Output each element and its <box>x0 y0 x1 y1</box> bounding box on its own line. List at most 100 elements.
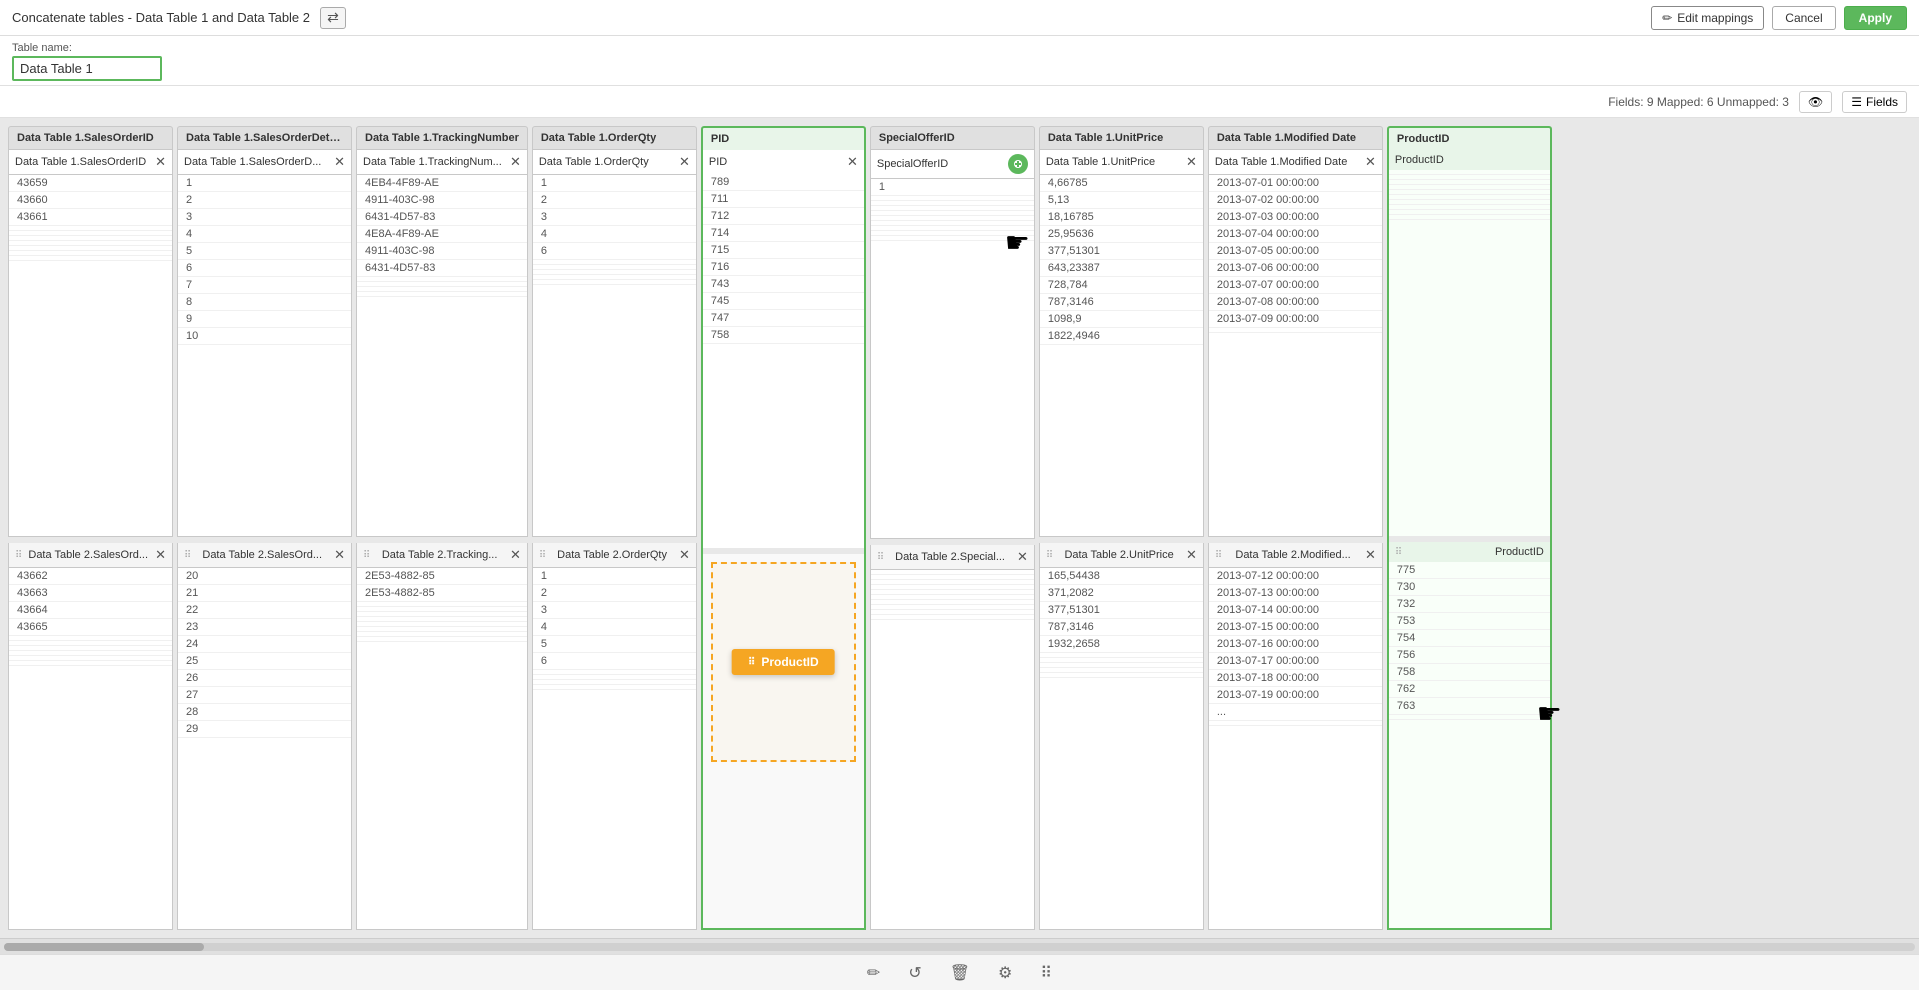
remove-salesorderdetail-lower[interactable]: ✕ <box>334 547 345 563</box>
apply-button[interactable]: Apply <box>1844 6 1907 30</box>
col-trackingnumber-mapped: Data Table 1.TrackingNum... ✕ <box>356 150 528 175</box>
pid-drop-zone[interactable]: ⠿ ProductID <box>711 562 856 762</box>
topbar-title: Concatenate tables - Data Table 1 and Da… <box>12 10 310 25</box>
col-salesorderdetail-lower-header: ⠿ Data Table 2.SalesOrd... ✕ <box>177 543 352 568</box>
col-modifieddate-header: Data Table 1.Modified Date <box>1208 126 1383 150</box>
cancel-button[interactable]: Cancel <box>1772 6 1835 30</box>
columns-container: Data Table 1.SalesOrderID Data Table 1.S… <box>0 118 1919 938</box>
col-pid-upper: 789 711 712 714 715 716 743 745 747 758 <box>701 174 866 548</box>
col-specialofferid-mapped: SpecialOfferID <box>870 150 1035 179</box>
topbar-left: Concatenate tables - Data Table 1 and Da… <box>12 7 346 29</box>
col-trackingnumber-header: Data Table 1.TrackingNumber <box>356 126 528 150</box>
drag-handle-icon: ⠿ <box>1046 550 1053 561</box>
col-pid-lower: ⠿ ProductID <box>701 554 866 930</box>
col-pid: PID PID ✕ 789 711 712 714 715 716 743 74… <box>701 126 866 930</box>
col-salesorderdetail-mapped: Data Table 1.SalesOrderD... ✕ <box>177 150 352 175</box>
remove-trackingnumber[interactable]: ✕ <box>510 154 521 170</box>
bottom-toolbar: ✏ ↺ 🗑 ⚙ ⠿ <box>0 954 1919 990</box>
drag-tooltip-icon: ⠿ <box>748 657 755 668</box>
tablename-row: Table name: <box>0 36 1919 86</box>
col-specialofferid-lower-header: ⠿ Data Table 2.Special... ✕ <box>870 545 1035 570</box>
col-salesorderid: Data Table 1.SalesOrderID Data Table 1.S… <box>8 126 173 930</box>
topbar: Concatenate tables - Data Table 1 and Da… <box>0 0 1919 36</box>
col-unitprice-upper: 4,66785 5,13 18,16785 25,95636 377,51301… <box>1039 175 1204 537</box>
eye-view-button[interactable]: 👁 <box>1799 91 1832 113</box>
toolbar-pencil-button[interactable]: ✏ <box>863 959 884 987</box>
remove-salesorderid[interactable]: ✕ <box>155 154 166 170</box>
remove-unitprice[interactable]: ✕ <box>1186 154 1197 170</box>
drag-handle-icon: ⠿ <box>877 552 884 563</box>
col-trackingnumber-lower: 2E53-4882-85 2E53-4882-85 <box>356 568 528 930</box>
topbar-right: ✏ Edit mappings Cancel Apply <box>1651 6 1907 30</box>
col-unitprice: Data Table 1.UnitPrice Data Table 1.Unit… <box>1039 126 1204 930</box>
col-salesorderid-header: Data Table 1.SalesOrderID <box>8 126 173 150</box>
col-salesorderdetail: Data Table 1.SalesOrderDeta... Data Tabl… <box>177 126 352 930</box>
col-orderqty-lower: 1 2 3 4 5 6 <box>532 568 697 930</box>
col-productid-mapped: ProductID <box>1387 150 1552 170</box>
specialofferid-green-button[interactable] <box>1008 154 1028 174</box>
col-productid: ProductID ProductID ⠿ ProductID <box>1387 126 1552 930</box>
drag-tooltip-label: ProductID <box>761 655 818 669</box>
fields-button[interactable]: ☰ Fields <box>1842 91 1907 113</box>
col-productid-lower-header: ⠿ ProductID <box>1387 542 1552 562</box>
col-trackingnumber: Data Table 1.TrackingNumber Data Table 1… <box>356 126 528 930</box>
col-specialofferid-lower <box>870 570 1035 930</box>
col-unitprice-lower: 165,54438 371,2082 377,51301 787,3146 19… <box>1039 568 1204 930</box>
col-unitprice-header: Data Table 1.UnitPrice <box>1039 126 1204 150</box>
col-salesorderid-mapped: Data Table 1.SalesOrderID ✕ <box>8 150 173 175</box>
col-specialofferid-header: SpecialOfferID <box>870 126 1035 150</box>
col-productid-header: ProductID <box>1387 126 1552 150</box>
col-productid-upper <box>1387 170 1552 536</box>
scrollbar-thumb[interactable] <box>4 943 204 951</box>
drag-handle-icon: ⠿ <box>15 550 22 561</box>
edit-mappings-button[interactable]: ✏ Edit mappings <box>1651 6 1764 30</box>
horizontal-scrollbar[interactable] <box>0 938 1919 954</box>
tablename-input[interactable] <box>12 56 162 81</box>
drag-tooltip: ⠿ ProductID <box>732 649 835 675</box>
list-icon: ☰ <box>1851 95 1862 109</box>
col-salesorderid-upper: 43659 43660 43661 <box>8 175 173 537</box>
col-salesorderdetail-upper: 1 2 3 4 5 6 7 8 9 10 <box>177 175 352 537</box>
col-specialofferid: SpecialOfferID SpecialOfferID 1 <box>870 126 1035 930</box>
col-modifieddate-upper: 2013-07-01 00:00:00 2013-07-02 00:00:00 … <box>1208 175 1383 537</box>
tablename-label: Table name: <box>12 42 1907 54</box>
fields-info: Fields: 9 Mapped: 6 Unmapped: 3 <box>1608 95 1789 109</box>
col-salesorderdetail-header: Data Table 1.SalesOrderDeta... <box>177 126 352 150</box>
toolbar-delete-button[interactable]: 🗑 <box>946 959 974 987</box>
col-orderqty-mapped: Data Table 1.OrderQty ✕ <box>532 150 697 175</box>
remove-pid[interactable]: ✕ <box>847 154 858 170</box>
drag-handle-icon: ⠿ <box>363 550 370 561</box>
col-unitprice-mapped: Data Table 1.UnitPrice ✕ <box>1039 150 1204 175</box>
remove-trackingnumber-lower[interactable]: ✕ <box>510 547 521 563</box>
col-orderqty-upper: 1 2 3 4 6 <box>532 175 697 537</box>
main-content: Data Table 1.SalesOrderID Data Table 1.S… <box>0 118 1919 954</box>
remove-orderqty[interactable]: ✕ <box>679 154 690 170</box>
col-trackingnumber-lower-header: ⠿ Data Table 2.Tracking... ✕ <box>356 543 528 568</box>
col-salesorderid-lower: 43662 43663 43664 43665 <box>8 568 173 930</box>
toolbar-settings-button[interactable]: ⚙ <box>994 959 1016 987</box>
fields-bar: Fields: 9 Mapped: 6 Unmapped: 3 👁 ☰ Fiel… <box>0 86 1919 118</box>
remove-salesorderid-lower[interactable]: ✕ <box>155 547 166 563</box>
col-salesorderdetail-lower: 20 21 22 23 24 25 26 27 28 29 <box>177 568 352 930</box>
drag-handle-icon: ⠿ <box>184 550 191 561</box>
remove-specialofferid-lower[interactable]: ✕ <box>1017 549 1028 565</box>
col-productid-lower: 775 730 732 753 754 756 758 762 763 <box>1387 562 1552 930</box>
col-pid-header: PID <box>701 126 866 150</box>
remove-unitprice-lower[interactable]: ✕ <box>1186 547 1197 563</box>
toolbar-undo-button[interactable]: ↺ <box>904 959 925 987</box>
col-orderqty-lower-header: ⠿ Data Table 2.OrderQty ✕ <box>532 543 697 568</box>
col-unitprice-lower-header: ⠿ Data Table 2.UnitPrice ✕ <box>1039 543 1204 568</box>
col-orderqty: Data Table 1.OrderQty Data Table 1.Order… <box>532 126 697 930</box>
col-pid-mapped: PID ✕ <box>701 150 866 174</box>
col-modifieddate-mapped: Data Table 1.Modified Date ✕ <box>1208 150 1383 175</box>
col-modifieddate: Data Table 1.Modified Date Data Table 1.… <box>1208 126 1383 930</box>
remove-salesorderdetail[interactable]: ✕ <box>334 154 345 170</box>
eye-icon: 👁 <box>1808 95 1823 109</box>
col-modifieddate-lower-header: ⠿ Data Table 2.Modified... ✕ <box>1208 543 1383 568</box>
swap-button[interactable]: ⇄ <box>320 7 346 29</box>
remove-modifieddate-lower[interactable]: ✕ <box>1365 547 1376 563</box>
remove-orderqty-lower[interactable]: ✕ <box>679 547 690 563</box>
remove-modifieddate[interactable]: ✕ <box>1365 154 1376 170</box>
toolbar-move-button[interactable]: ⠿ <box>1036 959 1056 987</box>
col-trackingnumber-upper: 4EB4-4F89-AE 4911-403C-98 6431-4D57-83 4… <box>356 175 528 537</box>
